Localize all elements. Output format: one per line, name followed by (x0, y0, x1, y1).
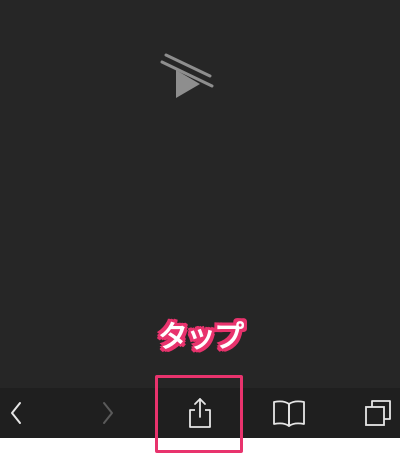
back-button[interactable] (0, 388, 32, 438)
chevron-left-icon (11, 402, 21, 424)
bottom-strip (0, 438, 400, 454)
video-unavailable-icon (160, 53, 214, 98)
share-icon (189, 398, 211, 428)
tap-annotation-label: タップ (158, 320, 244, 355)
forward-button[interactable] (88, 388, 128, 438)
tabs-icon (365, 400, 391, 426)
share-button[interactable] (178, 388, 222, 438)
bookmarks-button[interactable] (266, 388, 312, 438)
chevron-right-icon (103, 402, 113, 424)
book-icon (273, 400, 305, 427)
tabs-button[interactable] (356, 388, 400, 438)
browser-toolbar (0, 388, 400, 438)
